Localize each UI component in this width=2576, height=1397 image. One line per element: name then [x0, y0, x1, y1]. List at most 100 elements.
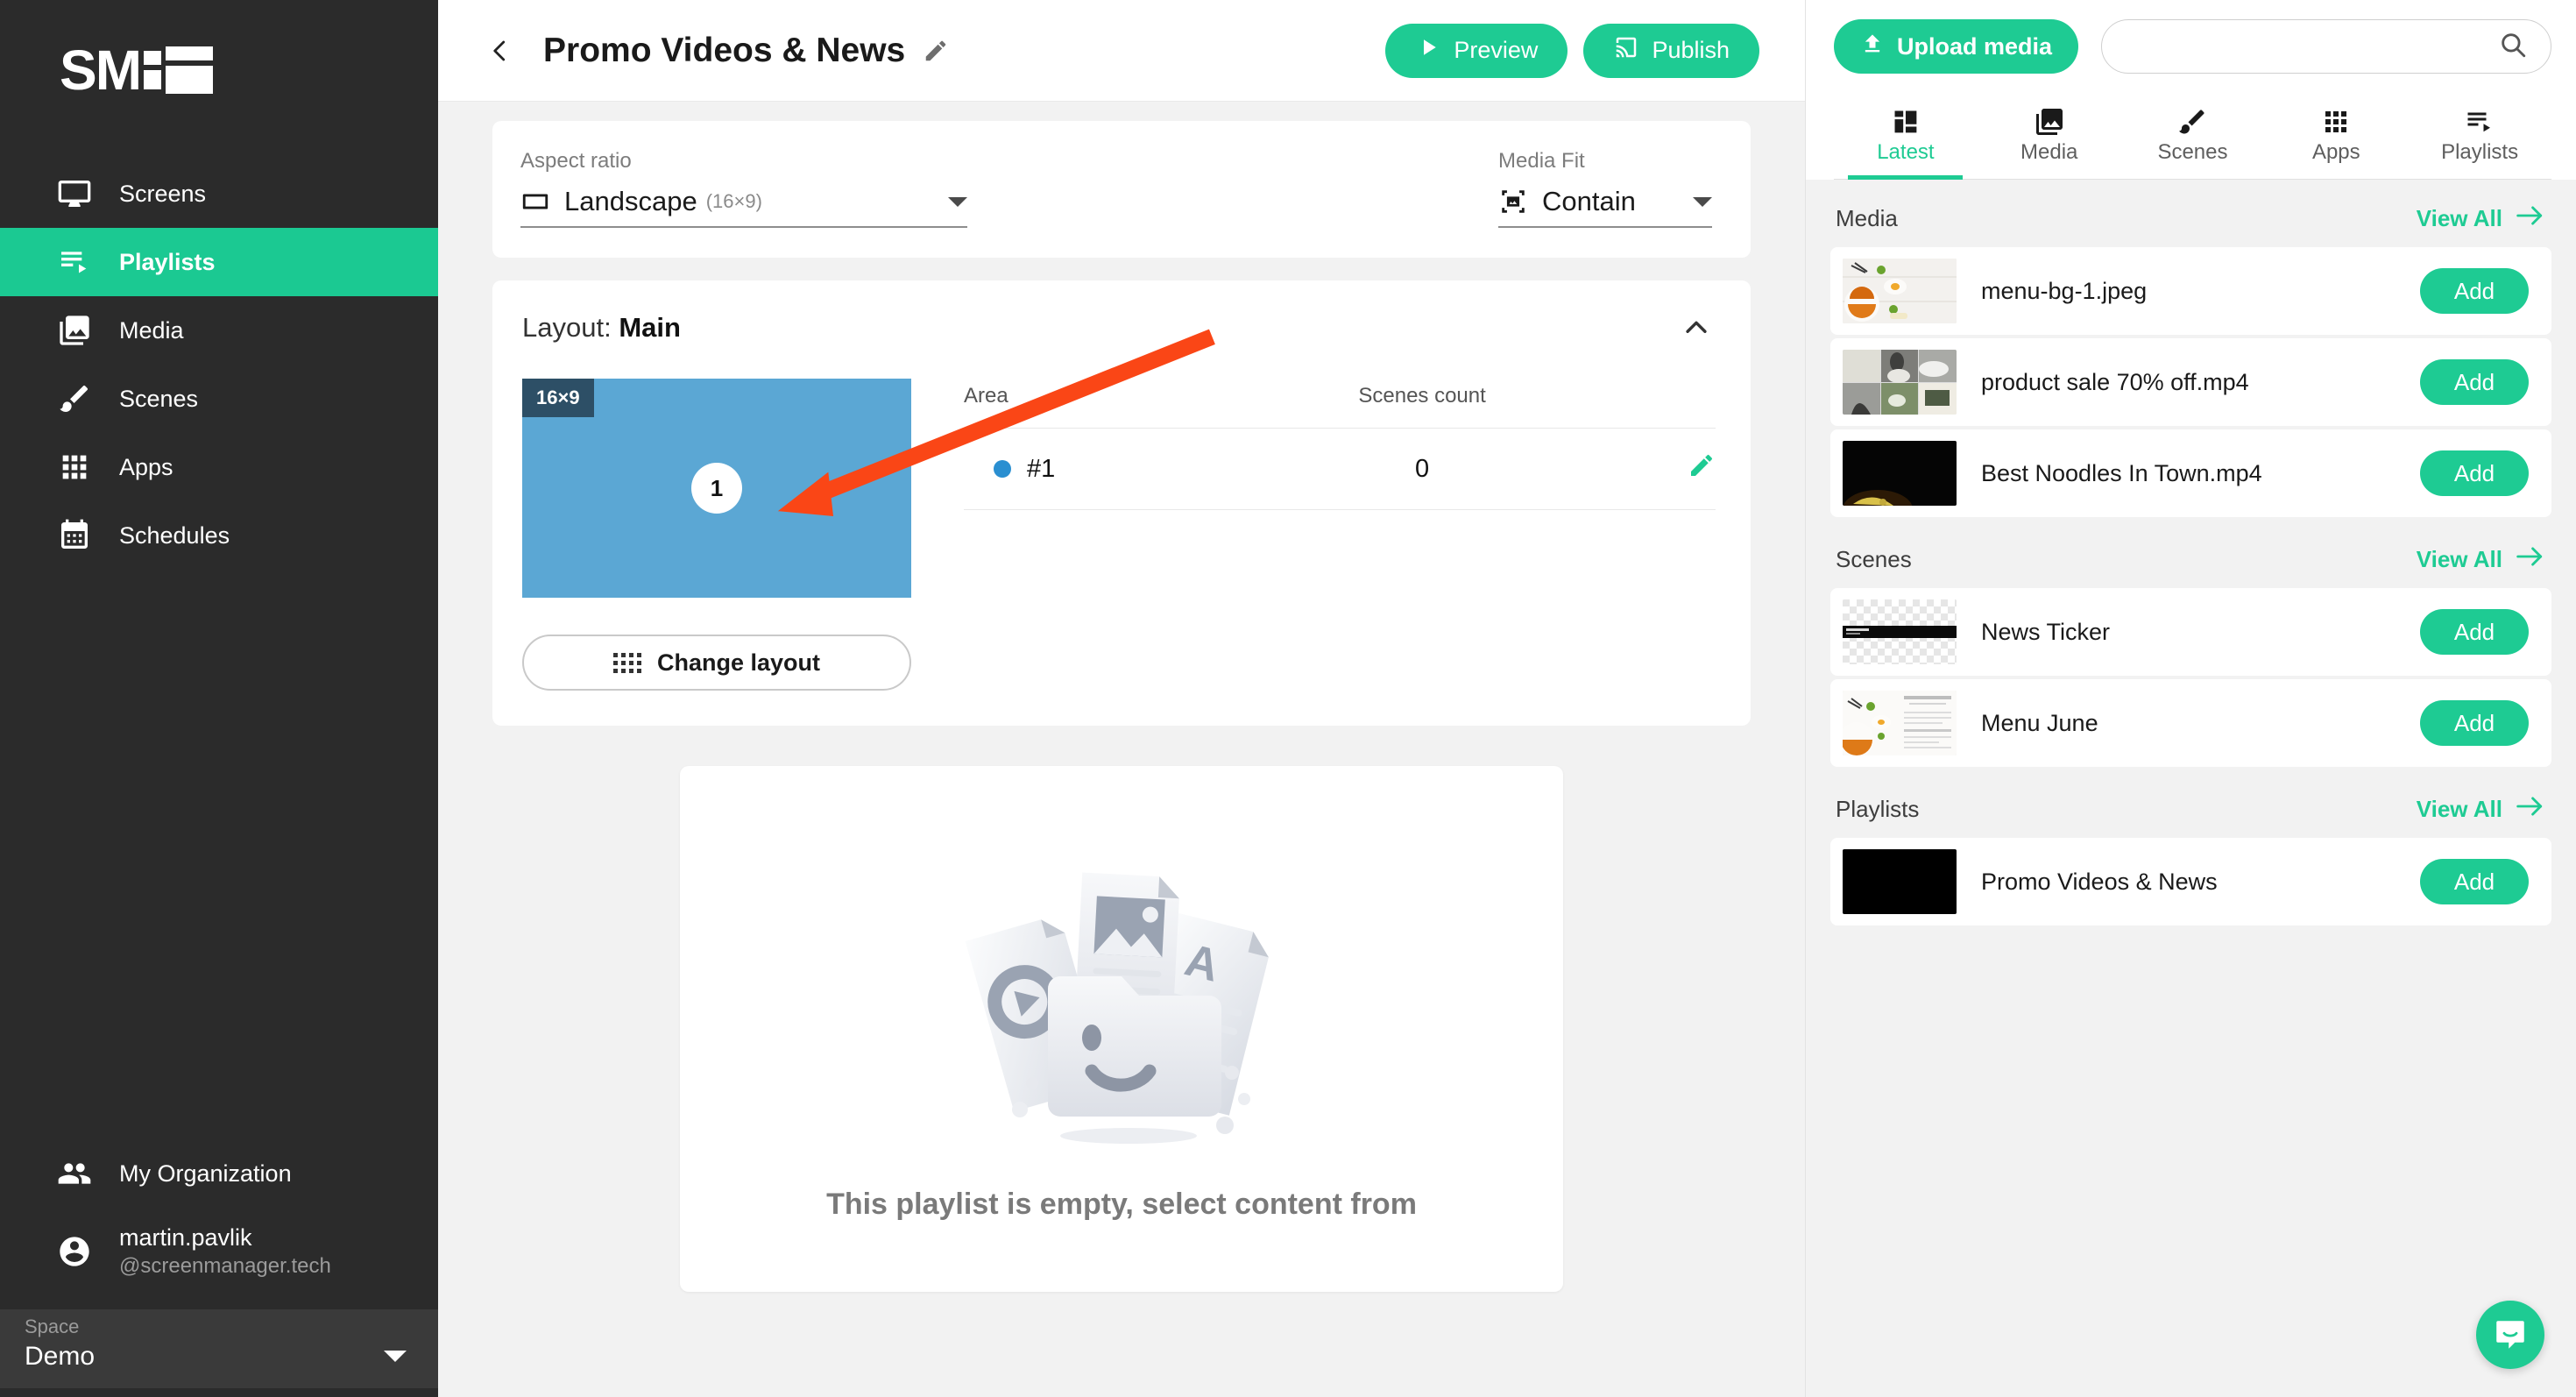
search-icon[interactable] — [2498, 30, 2528, 64]
add-button[interactable]: Add — [2420, 609, 2529, 655]
section-header-playlists: Playlists View All — [1830, 770, 2551, 838]
sidebar-item-media[interactable]: Media — [0, 296, 438, 365]
space-selector[interactable]: Space Demo — [0, 1309, 438, 1388]
aspect-ratio-sub: (16×9) — [705, 190, 762, 212]
cell-area: #1 — [964, 428, 1235, 510]
layout-preview[interactable]: 16×9 1 — [522, 379, 911, 598]
monitor-icon — [56, 175, 93, 212]
search-input[interactable] — [2127, 32, 2498, 60]
add-button[interactable]: Add — [2420, 359, 2529, 405]
sidebar-item-apps[interactable]: Apps — [0, 433, 438, 501]
user-handle: @screenmanager.tech — [119, 1254, 331, 1278]
tab-apps[interactable]: Apps — [2264, 95, 2408, 179]
edit-area-button[interactable] — [1688, 451, 1716, 479]
add-button[interactable]: Add — [2420, 268, 2529, 314]
empty-state-text: This playlist is empty, select content f… — [826, 1188, 1417, 1221]
thumbnail — [1843, 259, 1957, 323]
tab-media[interactable]: Media — [1978, 95, 2121, 179]
media-fit-field: Media Fit Contain — [1498, 149, 1712, 228]
sidebar-item-playlists[interactable]: Playlists — [0, 228, 438, 296]
layout-title-prefix: Layout: — [522, 312, 619, 343]
thumbnail — [1843, 599, 1957, 664]
table-header-row: Area Scenes count — [964, 384, 1716, 429]
chevron-down-icon — [1693, 196, 1712, 207]
list-item[interactable]: Best Noodles In Town.mp4 Add — [1830, 429, 2551, 517]
sidebar-item-label: Screens — [119, 180, 207, 207]
chat-bubble-icon — [2496, 1321, 2524, 1349]
landscape-rect-icon — [520, 187, 550, 216]
layout-body: 16×9 1 Change layout Area Scenes count #… — [522, 379, 1716, 691]
section-header-media: Media View All — [1830, 180, 2551, 247]
view-all-playlists-link[interactable]: View All — [2417, 795, 2546, 824]
pencil-icon[interactable] — [923, 38, 949, 64]
view-all-media-link[interactable]: View All — [2417, 204, 2546, 233]
media-library-icon — [1978, 103, 2121, 140]
sidebar-user[interactable]: martin.pavlik @screenmanager.tech — [0, 1208, 438, 1309]
sidebar-item-screens[interactable]: Screens — [0, 160, 438, 228]
logo[interactable]: SM — [0, 0, 438, 123]
sidebar-bottom: My Organization martin.pavlik @screenman… — [0, 1139, 438, 1397]
tab-latest[interactable]: Latest — [1834, 95, 1978, 180]
thumbnail — [1843, 849, 1957, 914]
layout-name: Main — [619, 312, 681, 343]
list-item[interactable]: product sale 70% off.mp4 Add — [1830, 338, 2551, 426]
media-library-icon — [56, 312, 93, 349]
app-root: SM Screens Playlists Media Scenes Apps S… — [0, 0, 2576, 1397]
add-button[interactable]: Add — [2420, 700, 2529, 746]
sidebar-item-my-organization[interactable]: My Organization — [0, 1139, 438, 1208]
back-button[interactable] — [480, 31, 520, 71]
layout-card: Layout: Main 16×9 1 Change layout Area S… — [492, 280, 1751, 726]
area-number-badge: 1 — [691, 463, 742, 514]
people-icon — [56, 1155, 93, 1192]
view-all-scenes-link[interactable]: View All — [2417, 545, 2546, 574]
list-item-name: News Ticker — [1981, 618, 2111, 645]
collapse-toggle-button[interactable] — [1677, 308, 1716, 347]
account-circle-icon — [56, 1233, 93, 1270]
brush-icon — [2121, 103, 2265, 140]
apps-grid-icon — [2264, 103, 2408, 140]
list-item[interactable]: Promo Videos & News Add — [1830, 838, 2551, 925]
add-button[interactable]: Add — [2420, 450, 2529, 496]
section-title: Media — [1836, 205, 1898, 231]
change-layout-button[interactable]: Change layout — [522, 635, 911, 691]
publish-button[interactable]: Publish — [1583, 23, 1759, 78]
view-all-label: View All — [2416, 796, 2502, 822]
layout-areas-column: Area Scenes count #1 0 — [911, 379, 1716, 691]
tab-scenes[interactable]: Scenes — [2121, 95, 2265, 179]
page-header: Promo Videos & News Preview Publish — [438, 0, 1805, 102]
space-value: Demo — [25, 1342, 96, 1371]
contain-icon — [1498, 187, 1528, 216]
library-body[interactable]: Media View All menu-bg-1.jpeg Add produc… — [1806, 180, 2576, 1397]
list-item[interactable]: News Ticker Add — [1830, 588, 2551, 676]
chat-support-button[interactable] — [2476, 1301, 2544, 1369]
list-item[interactable]: Menu June Add — [1830, 679, 2551, 767]
table-row[interactable]: #1 0 — [964, 428, 1716, 510]
upload-media-button[interactable]: Upload media — [1834, 19, 2079, 74]
search-box[interactable] — [2101, 19, 2551, 74]
sidebar-item-scenes[interactable]: Scenes — [0, 365, 438, 433]
preview-button-label: Preview — [1454, 37, 1539, 63]
thumbnail — [1843, 691, 1957, 755]
list-item-name: product sale 70% off.mp4 — [1981, 368, 2249, 395]
change-layout-label: Change layout — [656, 649, 821, 676]
preview-button[interactable]: Preview — [1385, 23, 1568, 78]
tab-playlists[interactable]: Playlists — [2408, 95, 2551, 179]
cast-icon — [1613, 34, 1639, 67]
layout-preview-column: 16×9 1 Change layout — [522, 379, 911, 691]
add-button[interactable]: Add — [2420, 859, 2529, 904]
media-fit-select[interactable]: Contain — [1498, 186, 1712, 228]
sidebar-item-schedules[interactable]: Schedules — [0, 501, 438, 570]
column-header-scenes-count: Scenes count — [1358, 384, 1486, 408]
sidebar-item-label: Playlists — [119, 248, 216, 275]
content-scroll[interactable]: Aspect ratio Landscape (16×9) Media Fit — [438, 102, 1805, 1397]
list-item-name: menu-bg-1.jpeg — [1981, 277, 2148, 304]
aspect-ratio-select[interactable]: Landscape (16×9) — [520, 186, 967, 228]
list-item-name: Promo Videos & News — [1981, 868, 2218, 895]
chevron-up-icon — [1686, 321, 1707, 333]
chevron-down-icon — [948, 196, 967, 207]
section-header-scenes: Scenes View All — [1830, 521, 2551, 588]
sidebar-item-label: Apps — [119, 453, 173, 480]
pencil-icon — [1691, 454, 1713, 476]
area-label: #1 — [1027, 454, 1056, 483]
list-item[interactable]: menu-bg-1.jpeg Add — [1830, 247, 2551, 335]
